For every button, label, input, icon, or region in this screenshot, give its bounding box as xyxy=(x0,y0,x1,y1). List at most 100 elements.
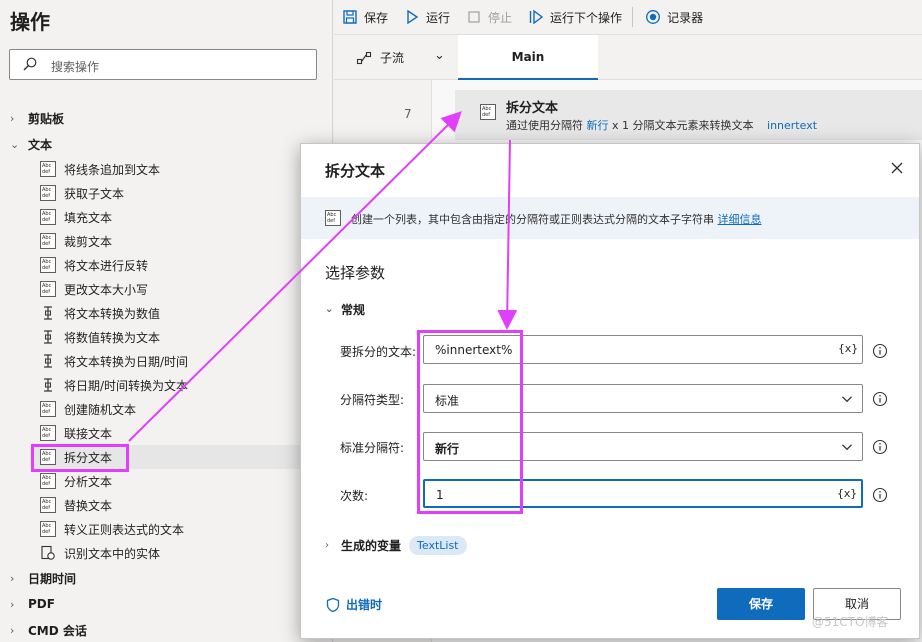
category-label: PDF xyxy=(28,597,55,611)
dialog-save-button[interactable]: 保存 xyxy=(717,588,805,620)
close-icon[interactable] xyxy=(889,160,905,176)
chevron-right-icon: › xyxy=(325,540,329,551)
abc-def-icon: Abc def xyxy=(40,257,56,273)
recorder-button[interactable]: 记录器 xyxy=(645,0,703,35)
highlight-box-split-text-action xyxy=(31,444,129,472)
param-label-text-to-split: 要拆分的文本: xyxy=(340,345,417,359)
action-item[interactable]: Abc def 更改文本大小写 xyxy=(32,277,328,301)
convert-icon xyxy=(44,330,52,344)
abc-def-icon: Abc def xyxy=(40,425,56,441)
variable-picker-button[interactable]: {x} xyxy=(838,342,858,355)
run-button[interactable]: 运行 xyxy=(404,0,450,35)
on-error-label: 出错时 xyxy=(346,598,383,612)
flow-action-description: 通过使用分隔符 新行 x 1 分隔文本元素来转换文本 innertext xyxy=(506,117,817,133)
category-text[interactable]: ⌄ 文本 xyxy=(10,134,52,154)
action-item[interactable]: Abc def 获取子文本 xyxy=(32,181,328,205)
action-item[interactable]: Abc def 创建随机文本 xyxy=(32,397,328,421)
stop-label: 停止 xyxy=(488,10,513,25)
action-item[interactable]: Abc def 将线条追加到文本 xyxy=(32,157,328,181)
action-item[interactable]: Abc def 联接文本 xyxy=(32,421,328,445)
shield-icon xyxy=(326,597,340,612)
abc-def-icon: Abc def xyxy=(40,281,56,297)
action-item[interactable]: Abc def 替换文本 xyxy=(32,493,328,517)
category-label: 剪贴板 xyxy=(28,111,65,126)
action-item[interactable]: Abc def 分析文本 xyxy=(32,469,328,493)
stop-button[interactable]: 停止 xyxy=(466,0,512,35)
info-circle-icon[interactable] xyxy=(872,391,888,407)
action-item-label: 将数值转换为文本 xyxy=(64,330,161,345)
action-item-label: 填充文本 xyxy=(64,210,113,225)
desc-middle: x 1 分隔文本元素来转换文本 xyxy=(612,119,754,132)
category-cmd-session[interactable]: › CMD 会话 xyxy=(10,620,87,640)
actions-panel-title: 操作 xyxy=(10,10,50,34)
convert-icon xyxy=(44,378,52,392)
save-icon xyxy=(343,10,357,24)
produced-variable-badge[interactable]: TextList xyxy=(409,536,467,555)
category-clipboard[interactable]: › 剪贴板 xyxy=(10,108,64,128)
subflows-dropdown[interactable]: 子流 ⌄ xyxy=(356,48,445,66)
action-item-label: 获取子文本 xyxy=(64,186,125,201)
save-button[interactable]: 保存 xyxy=(342,0,388,35)
category-label: CMD 会话 xyxy=(28,623,87,638)
category-pdf[interactable]: › PDF xyxy=(10,594,55,614)
info-circle-icon[interactable] xyxy=(872,487,888,503)
action-item-label: 将文本转换为日期/时间 xyxy=(64,354,189,369)
convert-icon xyxy=(44,306,52,320)
action-item[interactable]: 将文本转换为数值 xyxy=(32,301,328,325)
action-item[interactable]: 将日期/时间转换为文本 xyxy=(32,373,328,397)
chevron-down-icon xyxy=(842,444,852,451)
general-group-header[interactable]: ⌄ 常规 xyxy=(325,301,365,318)
action-info-bar: Abc def 创建一个列表，其中包含由指定的分隔符或正则表达式分隔的文本子字符串… xyxy=(301,197,919,239)
abc-def-icon: Abc def xyxy=(40,233,56,249)
abc-def-icon: Abc def xyxy=(480,104,496,120)
param-label-standard-separator: 标准分隔符: xyxy=(340,441,405,455)
action-item-label: 将日期/时间转换为文本 xyxy=(64,378,189,393)
action-item[interactable]: 将数值转换为文本 xyxy=(32,325,328,349)
desc-separator: 新行 xyxy=(586,119,609,132)
tab-main[interactable]: Main xyxy=(458,35,598,80)
action-item-label: 裁剪文本 xyxy=(64,234,113,249)
abc-def-icon: Abc def xyxy=(40,473,56,489)
info-circle-icon[interactable] xyxy=(872,343,888,359)
split-text-dialog: 拆分文本 Abc def 创建一个列表，其中包含由指定的分隔符或正则表达式分隔的文… xyxy=(300,143,920,639)
watermark: @51CTO博客 xyxy=(812,615,889,629)
chevron-right-icon: › xyxy=(10,111,15,125)
on-error-button[interactable]: 出错时 xyxy=(325,596,382,613)
info-text: 创建一个列表，其中包含由指定的分隔符或正则表达式分隔的文本子字符串 xyxy=(351,213,714,226)
action-item-label: 替换文本 xyxy=(64,498,113,513)
run-next-action-button[interactable]: 运行下个操作 xyxy=(528,0,622,35)
variable-picker-button[interactable]: {x} xyxy=(837,487,857,500)
recorder-label: 记录器 xyxy=(667,10,704,25)
action-item[interactable]: Abc def 将文本进行反转 xyxy=(32,253,328,277)
info-circle-icon[interactable] xyxy=(872,439,888,455)
step-icon xyxy=(529,9,544,25)
param-label-separator-type: 分隔符类型: xyxy=(340,393,405,407)
abc-def-icon: Abc def xyxy=(40,521,56,537)
flow-action-split-text[interactable]: Abc def 拆分文本 通过使用分隔符 新行 x 1 分隔文本元素来转换文本 i… xyxy=(455,90,922,140)
desc-variable: innertext xyxy=(767,119,818,132)
chevron-down-icon: ⌄ xyxy=(434,48,445,63)
category-datetime[interactable]: › 日期时间 xyxy=(10,568,76,588)
group-label: 常规 xyxy=(341,303,366,317)
action-item[interactable]: 识别文本中的实体 xyxy=(32,541,328,565)
abc-def-icon: Abc def xyxy=(40,209,56,225)
abc-def-icon: Abc def xyxy=(40,161,56,177)
chevron-down-icon xyxy=(842,396,852,403)
parameters-section-title: 选择参数 xyxy=(325,264,386,282)
action-item[interactable]: 将文本转换为日期/时间 xyxy=(32,349,328,373)
action-item[interactable]: Abc def 填充文本 xyxy=(32,205,328,229)
produced-variables-header[interactable]: › 生成的变量 TextList xyxy=(325,536,467,555)
abc-def-icon: Abc def xyxy=(40,401,56,417)
chevron-down-icon: ⌄ xyxy=(325,304,334,315)
search-actions-input[interactable]: 搜索操作 xyxy=(9,49,317,80)
abc-def-icon: Abc def xyxy=(40,497,56,513)
action-item[interactable]: Abc def 转义正则表达式的文本 xyxy=(32,517,328,541)
action-item-label: 将文本进行反转 xyxy=(64,258,149,273)
chevron-right-icon: › xyxy=(10,623,15,637)
action-item[interactable]: Abc def 裁剪文本 xyxy=(32,229,328,253)
action-item-label: 将线条追加到文本 xyxy=(64,162,161,177)
search-icon xyxy=(23,57,37,71)
action-item-label: 创建随机文本 xyxy=(64,402,137,417)
more-info-link[interactable]: 详细信息 xyxy=(718,213,762,226)
abc-def-icon: Abc def xyxy=(40,185,56,201)
